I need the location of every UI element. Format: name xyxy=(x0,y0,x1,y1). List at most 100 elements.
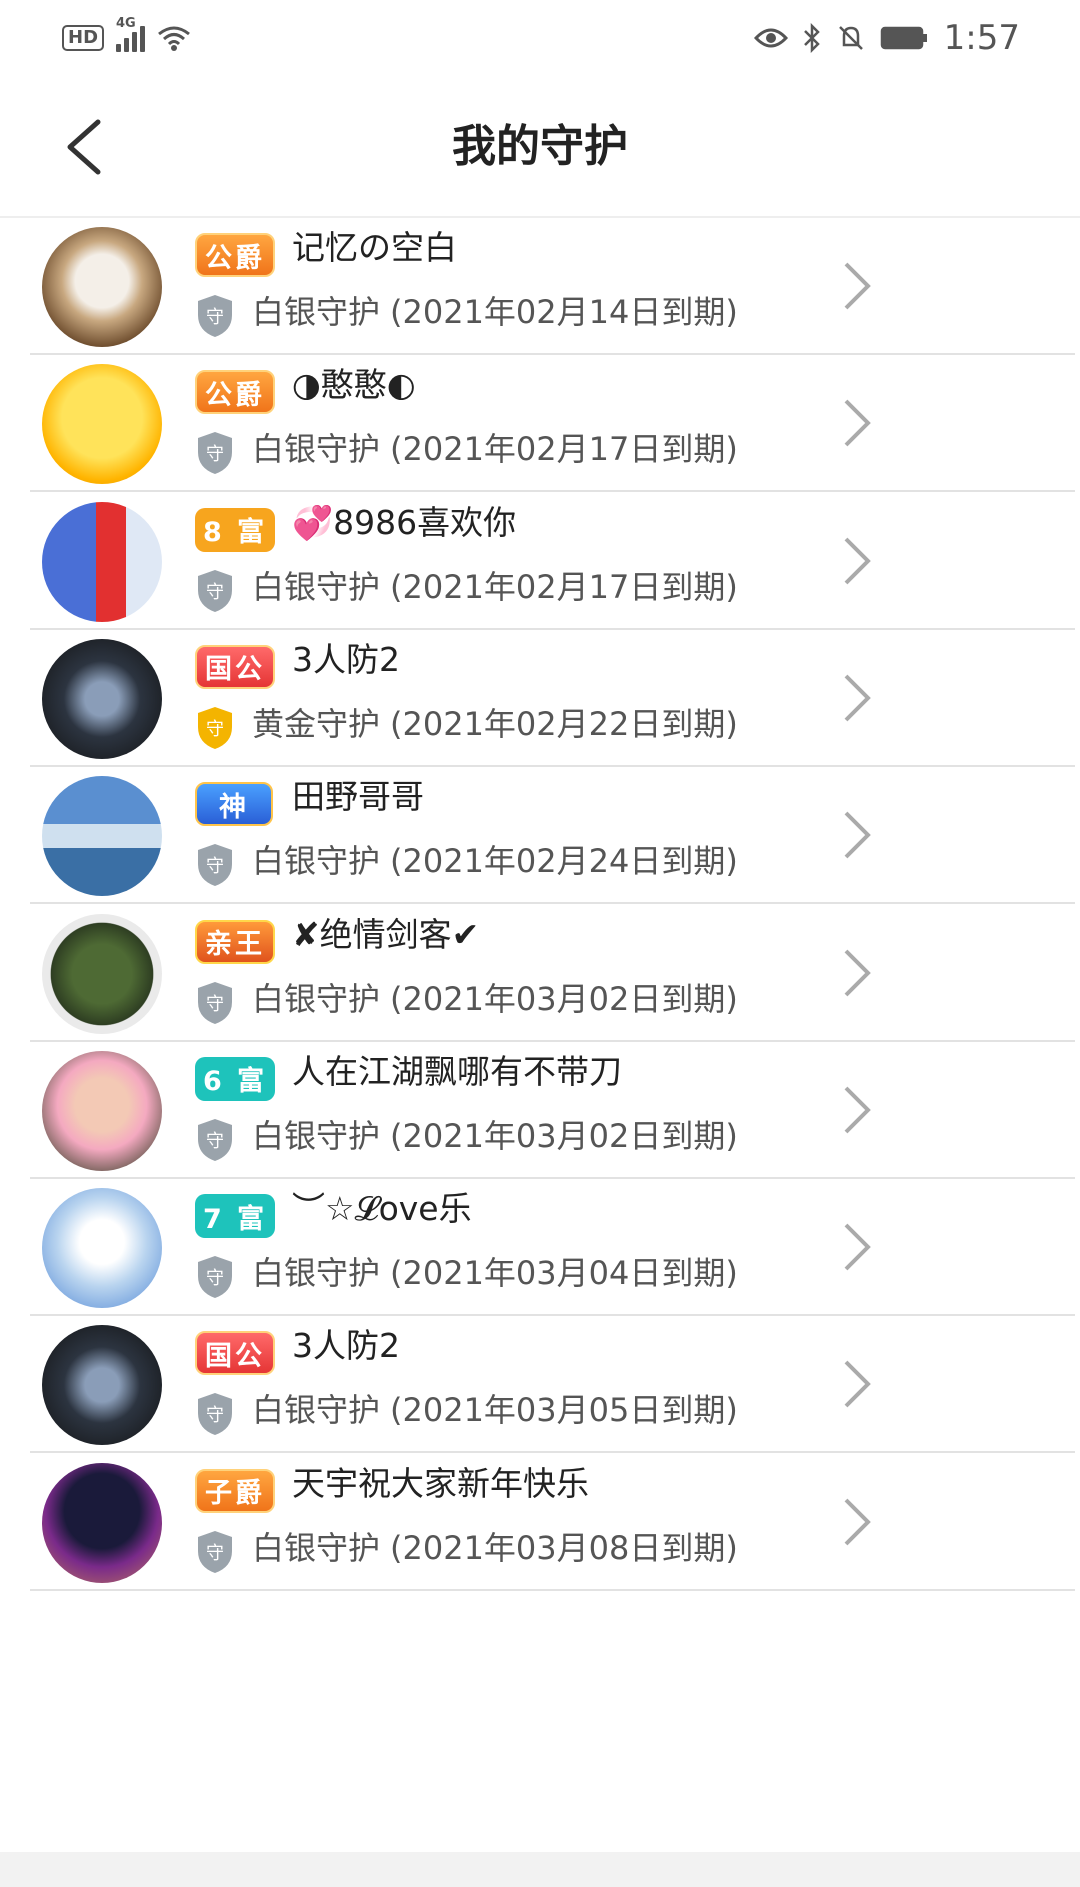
shield-icon: 守 xyxy=(198,432,232,475)
back-arrow-icon[interactable] xyxy=(58,116,108,178)
expiry-date: (2021年02月14日到期) xyxy=(390,293,738,331)
status-bar: HD 4G 1:57 xyxy=(0,0,1080,76)
expiry-date: (2021年03月02日到期) xyxy=(390,1116,738,1155)
svg-text:守: 守 xyxy=(206,719,224,740)
list-item[interactable]: 公爵 ◑憨憨◐ 守 白银守护 (2021年02月17日到期) xyxy=(30,355,1075,493)
chevron-right-icon xyxy=(844,1223,871,1271)
guard-level: 白银守护 xyxy=(252,979,381,1018)
expiry-date: (2021年02月24日到期) xyxy=(390,842,738,881)
avatar xyxy=(42,364,162,485)
hd-icon: HD xyxy=(62,25,105,51)
svg-text:守: 守 xyxy=(206,856,224,877)
guard-level: 白银守护 xyxy=(252,1391,381,1430)
list-item[interactable]: 7 富 ︶☆𝓛ove乐 守 白银守护 (2021年03月04日到期) xyxy=(30,1179,1075,1317)
guard-level: 白银守护 xyxy=(252,430,381,469)
list-item[interactable]: 亲王 ✘绝情剑客✔ 守 白银守护 (2021年03月02日到期) xyxy=(30,905,1075,1042)
svg-text:守: 守 xyxy=(206,1268,224,1289)
avatar xyxy=(42,1188,162,1309)
nav-header: 我的守护 xyxy=(0,76,1080,218)
rank-badge: 6 富 xyxy=(195,1056,276,1101)
svg-text:守: 守 xyxy=(206,1405,224,1426)
svg-text:守: 守 xyxy=(206,582,224,603)
rank-badge: 亲王 xyxy=(195,919,275,964)
user-name: ◑憨憨◐ xyxy=(292,365,416,405)
list-item[interactable]: 国公 3人防2 守 白银守护 (2021年03月05日到期) xyxy=(30,1316,1075,1454)
avatar xyxy=(42,776,162,897)
shield-icon: 守 xyxy=(198,1118,232,1161)
bottom-edge xyxy=(0,1852,1080,1887)
avatar xyxy=(42,501,162,622)
wifi-icon xyxy=(158,26,190,51)
rank-badge: 公爵 xyxy=(195,233,275,277)
user-name: 天宇祝大家新年快乐 xyxy=(292,1463,589,1503)
list-item[interactable]: 8 富 💞8986喜欢你 守 白银守护 (2021年02月17日到期) xyxy=(30,493,1075,630)
guard-level: 白银守护 xyxy=(252,1528,381,1567)
signal-icon: 4G xyxy=(116,16,146,52)
list-item[interactable]: 国公 3人防2 守 黄金守护 (2021年02月22日到期) xyxy=(30,630,1075,767)
avatar xyxy=(42,1462,162,1583)
chevron-right-icon xyxy=(844,949,871,996)
expiry-date: (2021年03月02日到期) xyxy=(390,979,738,1018)
svg-text:守: 守 xyxy=(206,444,224,465)
avatar xyxy=(42,227,162,347)
user-name: 田野哥哥 xyxy=(292,777,424,817)
eye-icon xyxy=(753,28,788,48)
shield-icon: 守 xyxy=(198,844,232,887)
guard-level: 白银守护 xyxy=(252,1116,381,1155)
svg-text:守: 守 xyxy=(206,1131,224,1152)
shield-icon: 守 xyxy=(198,569,232,612)
user-name: 记忆の空白 xyxy=(292,228,457,267)
expiry-date: (2021年02月22日到期) xyxy=(390,704,738,743)
status-right: 1:57 xyxy=(753,18,1020,58)
page-title: 我的守护 xyxy=(452,121,628,172)
shield-icon: 守 xyxy=(198,1393,232,1436)
user-name: 3人防2 xyxy=(292,1326,400,1366)
rank-badge: 神 xyxy=(195,782,273,827)
shield-icon: 守 xyxy=(198,1256,232,1299)
mute-bell-icon xyxy=(838,26,863,50)
avatar xyxy=(42,1325,162,1446)
user-name: 人在江湖飘哪有不带刀 xyxy=(292,1051,622,1091)
chevron-right-icon xyxy=(844,1086,871,1134)
rank-badge: 8 富 xyxy=(195,507,276,552)
rank-badge: 子爵 xyxy=(195,1468,275,1513)
status-left: HD 4G xyxy=(62,16,191,52)
battery-icon xyxy=(880,26,927,50)
list-item[interactable]: 子爵 天宇祝大家新年快乐 守 白银守护 (2021年03月08日到期) xyxy=(30,1454,1075,1591)
avatar xyxy=(42,638,162,759)
chevron-right-icon xyxy=(844,399,871,447)
chevron-right-icon xyxy=(844,1498,871,1546)
chevron-right-icon xyxy=(844,674,871,722)
guard-level: 白银守护 xyxy=(252,567,381,606)
avatar xyxy=(42,913,162,1034)
chevron-right-icon xyxy=(844,262,871,310)
rank-badge: 7 富 xyxy=(195,1194,276,1239)
guard-level: 白银守护 xyxy=(252,842,381,881)
svg-text:守: 守 xyxy=(206,307,224,328)
user-name: ✘绝情剑客✔ xyxy=(292,914,480,954)
list-item[interactable]: 神 田野哥哥 守 白银守护 (2021年02月24日到期) xyxy=(30,767,1075,905)
user-name: 3人防2 xyxy=(292,639,400,679)
rank-badge: 国公 xyxy=(195,1331,275,1376)
expiry-date: (2021年03月04日到期) xyxy=(390,1254,738,1293)
network-type: 4G xyxy=(116,16,136,31)
expiry-date: (2021年03月08日到期) xyxy=(390,1528,738,1567)
expiry-date: (2021年02月17日到期) xyxy=(390,430,738,469)
avatar xyxy=(42,1050,162,1171)
expiry-date: (2021年02月17日到期) xyxy=(390,567,738,606)
shield-icon: 守 xyxy=(198,981,232,1024)
chevron-right-icon xyxy=(844,811,871,859)
expiry-date: (2021年03月05日到期) xyxy=(390,1391,738,1430)
list-item[interactable]: 公爵 记忆の空白 守 白银守护 (2021年02月14日到期) xyxy=(30,218,1075,355)
user-name: ︶☆𝓛ove乐 xyxy=(292,1189,472,1229)
guard-level: 白银守护 xyxy=(252,1254,381,1293)
chevron-right-icon xyxy=(844,537,871,585)
rank-badge: 公爵 xyxy=(195,370,275,415)
svg-text:守: 守 xyxy=(206,1543,224,1564)
bluetooth-icon xyxy=(803,23,820,53)
clock: 1:57 xyxy=(943,18,1020,58)
list-item[interactable]: 6 富 人在江湖飘哪有不带刀 守 白银守护 (2021年03月02日到期) xyxy=(30,1042,1075,1179)
user-name: 💞8986喜欢你 xyxy=(292,502,517,542)
shield-icon: 守 xyxy=(198,295,232,337)
guard-level: 黄金守护 xyxy=(252,704,381,743)
